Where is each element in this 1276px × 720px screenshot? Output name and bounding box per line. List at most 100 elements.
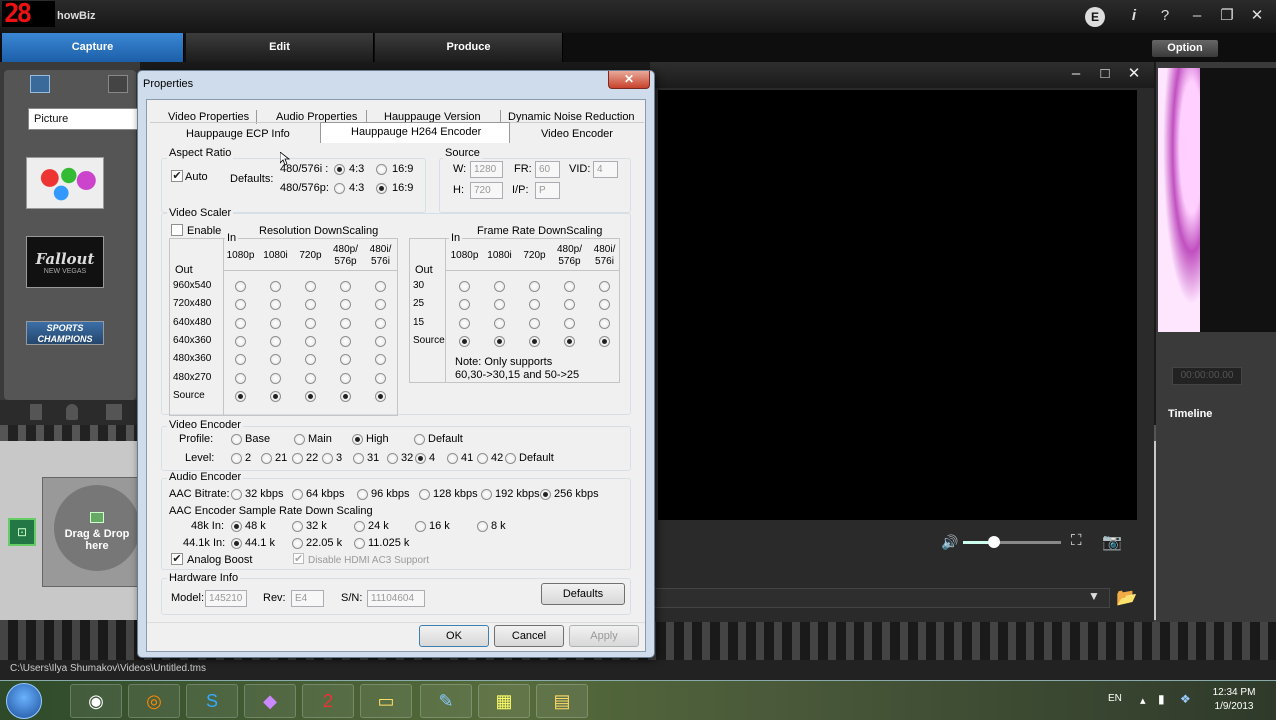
taskbar-app-8[interactable]: ▦ <box>478 684 530 718</box>
profile-radio[interactable] <box>352 434 363 445</box>
info-icon[interactable]: i <box>1125 8 1143 24</box>
source-w-field[interactable]: 1280 <box>470 161 503 178</box>
res-radio[interactable] <box>375 372 386 384</box>
res-radio[interactable] <box>270 372 281 384</box>
library-icon[interactable] <box>30 75 50 93</box>
scaler-enable-checkbox[interactable] <box>171 224 183 236</box>
row1-16x9-radio[interactable] <box>376 164 387 175</box>
skype-icon[interactable]: S <box>186 684 238 718</box>
source-vid-field[interactable]: 4 <box>593 161 618 178</box>
folder-icon[interactable]: 📂 <box>1116 588 1137 608</box>
tray-expand-icon[interactable]: ▴ <box>1140 694 1146 707</box>
cancel-button[interactable]: Cancel <box>494 625 564 647</box>
fr-radio[interactable] <box>599 281 610 292</box>
taskbar-app-7[interactable]: ✎ <box>420 684 472 718</box>
profile-radio[interactable] <box>294 434 305 445</box>
tab-hauppauge-ecp-info[interactable]: Hauppauge ECP Info <box>182 126 294 142</box>
fr-radio[interactable] <box>599 317 610 329</box>
bitrate-radio[interactable] <box>292 489 303 500</box>
fr-radio[interactable] <box>494 335 505 347</box>
in44-radio[interactable] <box>354 538 365 549</box>
delete-icon[interactable] <box>30 404 42 420</box>
res-radio[interactable] <box>340 390 351 402</box>
volume-knob[interactable] <box>988 536 1000 548</box>
fr-radio[interactable] <box>529 335 540 347</box>
tab-capture[interactable]: Capture <box>2 33 184 62</box>
media-type-select[interactable]: Picture <box>28 108 138 130</box>
level-radio[interactable] <box>353 453 364 464</box>
taskbar-app-4[interactable]: ◆ <box>244 684 296 718</box>
in48-radio[interactable] <box>477 521 488 532</box>
fr-radio[interactable] <box>459 335 470 347</box>
row2-4x3-radio[interactable] <box>334 183 345 194</box>
taskbar-app-6[interactable]: ▭ <box>360 684 412 718</box>
aspect-auto-checkbox[interactable]: ✔ <box>171 170 183 182</box>
level-radio[interactable] <box>415 453 426 464</box>
fr-radio[interactable] <box>529 281 540 292</box>
firefox-icon[interactable]: ◎ <box>128 684 180 718</box>
save-path-bar[interactable] <box>650 588 1110 608</box>
row2-16x9-radio[interactable] <box>376 183 387 194</box>
level-radio[interactable] <box>447 453 458 464</box>
res-radio[interactable] <box>235 372 246 384</box>
level-radio[interactable] <box>292 453 303 464</box>
row1-4x3-radio[interactable] <box>334 164 345 175</box>
res-radio[interactable] <box>305 317 316 329</box>
tab-edit[interactable]: Edit <box>186 33 374 62</box>
source-ip-field[interactable]: P <box>535 182 560 199</box>
analog-boost-checkbox[interactable]: ✔ <box>171 553 183 565</box>
sn-field[interactable]: 11104604 <box>367 590 425 607</box>
ok-button[interactable]: OK <box>419 625 489 647</box>
bitrate-radio[interactable] <box>357 489 368 500</box>
in44-radio[interactable] <box>231 538 242 549</box>
preview-maximize-icon[interactable]: □ <box>1097 66 1113 82</box>
fr-radio[interactable] <box>564 281 575 292</box>
fr-radio[interactable] <box>494 317 505 329</box>
preview-close-icon[interactable]: ✕ <box>1126 66 1142 82</box>
defaults-button[interactable]: Defaults <box>541 583 625 605</box>
res-radio[interactable] <box>235 281 246 292</box>
res-radio[interactable] <box>235 335 246 347</box>
tab-hauppauge-h264-encoder[interactable]: Hauppauge H264 Encoder <box>347 124 486 140</box>
language-indicator[interactable]: EN <box>1108 693 1122 704</box>
bitrate-radio[interactable] <box>481 489 492 500</box>
model-field[interactable]: 145210 <box>205 590 247 607</box>
source-fr-field[interactable]: 60 <box>535 161 560 178</box>
tray-network-icon[interactable]: ❖ <box>1180 692 1191 706</box>
tray-device-icon[interactable]: ▮ <box>1158 692 1165 706</box>
in48-radio[interactable] <box>415 521 426 532</box>
fr-radio[interactable] <box>459 281 470 292</box>
res-radio[interactable] <box>235 317 246 329</box>
bitrate-radio[interactable] <box>419 489 430 500</box>
capture-device-icon[interactable] <box>108 75 128 93</box>
level-radio[interactable] <box>477 453 488 464</box>
start-button[interactable] <box>6 683 42 719</box>
taskbar-app-5[interactable]: 2 <box>302 684 354 718</box>
taskbar-app-1[interactable]: ◉ <box>70 684 122 718</box>
balloons-thumbnail[interactable] <box>26 157 104 209</box>
res-radio[interactable] <box>235 390 246 402</box>
fallout-thumbnail[interactable]: Fallout <box>26 236 104 288</box>
level-radio[interactable] <box>322 453 333 464</box>
help-icon[interactable]: ? <box>1156 8 1174 24</box>
level-radio[interactable] <box>261 453 272 464</box>
timeline-label[interactable]: Timeline <box>1168 408 1212 420</box>
res-radio[interactable] <box>375 281 386 292</box>
chevron-down-icon[interactable]: ▼ <box>1088 589 1100 603</box>
profile-radio[interactable] <box>231 434 242 445</box>
level-radio[interactable] <box>505 453 516 464</box>
hdmi-ac3-checkbox[interactable]: ✔ <box>293 553 304 565</box>
in48-radio[interactable] <box>354 521 365 532</box>
profile-radio[interactable] <box>414 434 425 445</box>
res-radio[interactable] <box>270 317 281 329</box>
fr-radio[interactable] <box>564 335 575 347</box>
tab-produce[interactable]: Produce <box>375 33 563 62</box>
apply-button[interactable]: Apply <box>569 625 639 647</box>
restore-icon[interactable]: ❐ <box>1218 8 1236 24</box>
close-icon[interactable]: ✕ <box>1248 8 1266 24</box>
tab-video-encoder[interactable]: Video Encoder <box>537 126 617 142</box>
fr-radio[interactable] <box>564 317 575 329</box>
export-icon[interactable] <box>106 404 122 420</box>
bitrate-radio[interactable] <box>540 489 551 500</box>
res-radio[interactable] <box>305 372 316 384</box>
